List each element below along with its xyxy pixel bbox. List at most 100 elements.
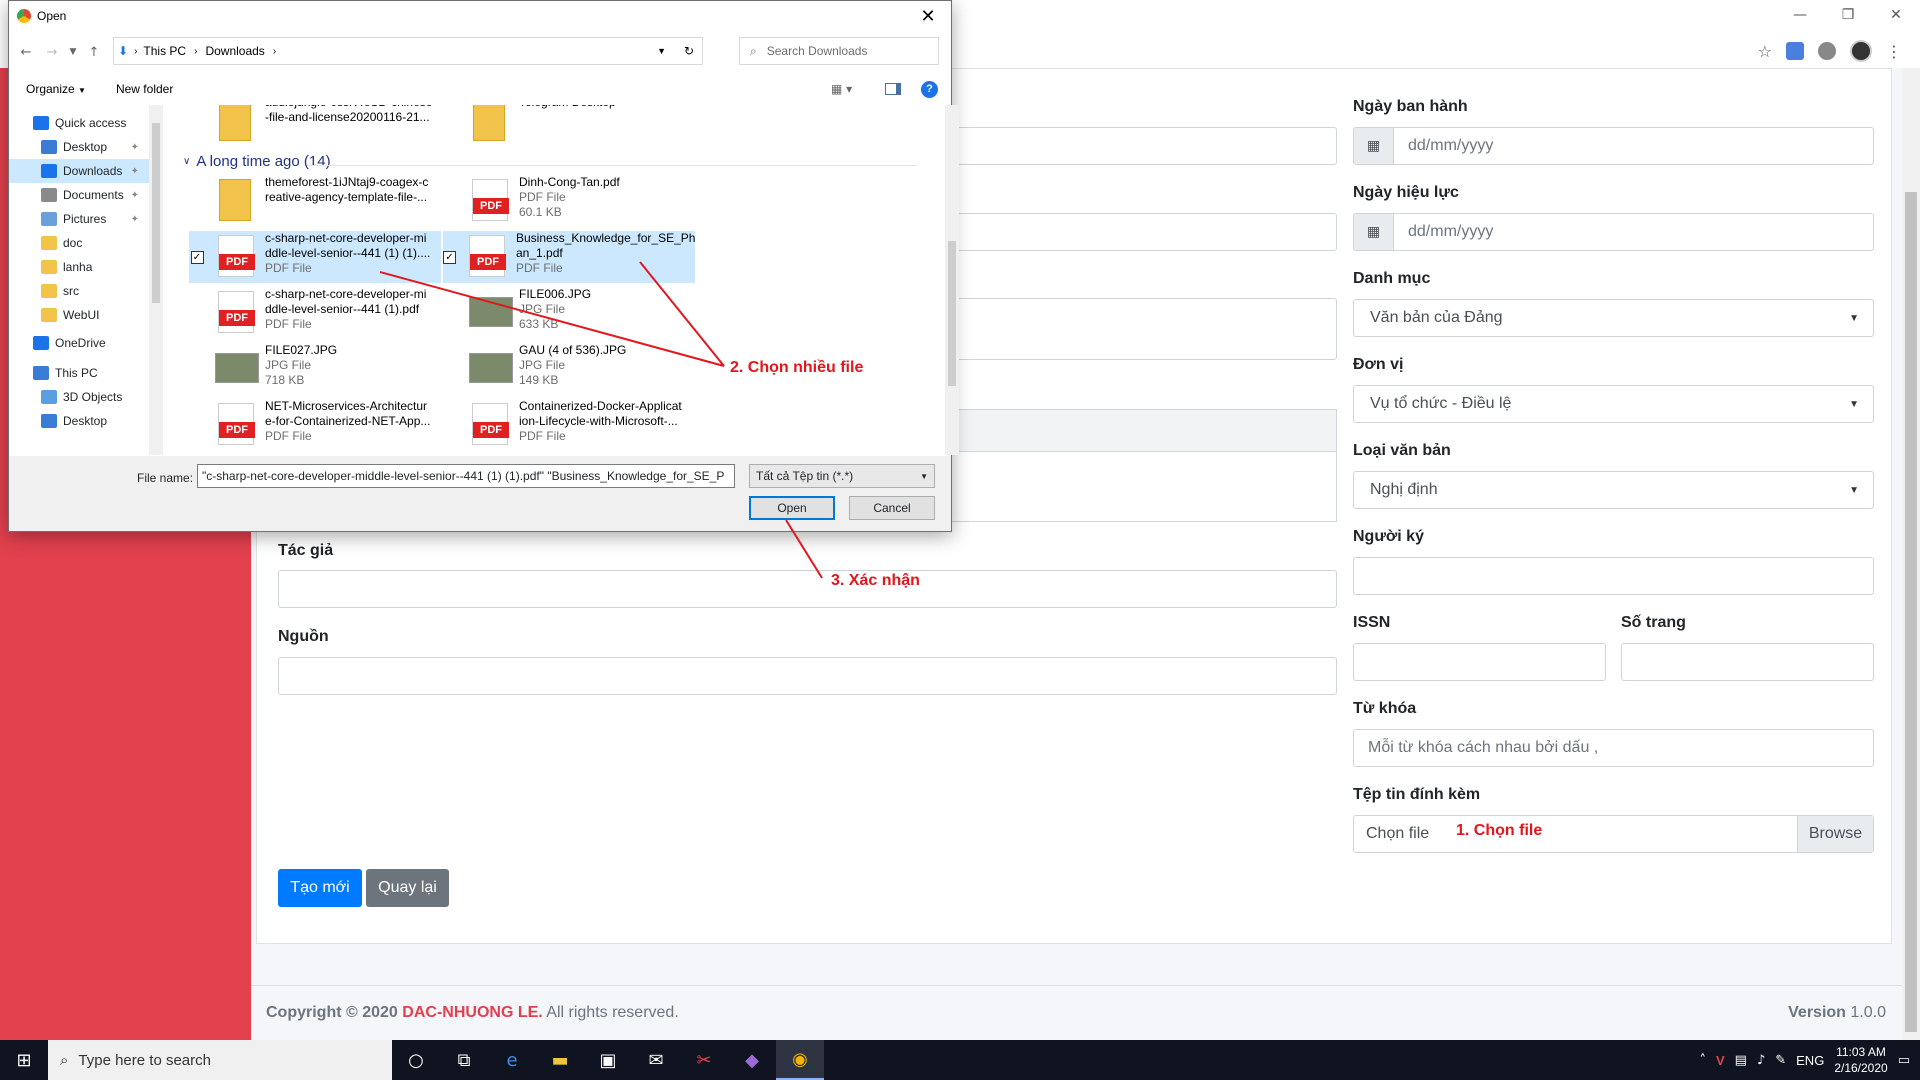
file-checkbox[interactable] [443, 287, 459, 339]
file-checkbox[interactable] [443, 399, 459, 451]
back-arrow-icon[interactable]: ← [13, 45, 39, 60]
close-icon[interactable]: ✕ [1872, 0, 1920, 30]
task-view-icon[interactable]: ⧉ [440, 1040, 488, 1080]
nav-item-documents[interactable]: Documents ✦ [9, 183, 149, 207]
file-checkbox[interactable] [189, 287, 205, 339]
translate-icon[interactable] [1786, 42, 1804, 60]
nav-item-downloads[interactable]: Downloads ✦ [9, 159, 149, 183]
file-item[interactable]: PDF NET-Microservices-Architectur e-for-Co… [189, 399, 441, 451]
menu-icon[interactable]: ⋮ [1886, 42, 1902, 61]
group-header[interactable]: ∨ A long time ago (14) [183, 153, 331, 170]
summary-textarea[interactable] [900, 298, 1337, 360]
ngay-hieu-luc-field[interactable]: ▦ dd/mm/yyyy [1353, 213, 1874, 251]
breadcrumb-this-pc[interactable]: This PC [143, 44, 186, 58]
pen-icon[interactable]: ✎ [1775, 1053, 1786, 1068]
create-button[interactable]: Tạo mới [278, 869, 362, 907]
dialog-close-icon[interactable]: ✕ [905, 1, 951, 31]
minimize-icon[interactable]: — [1776, 0, 1824, 30]
notification-icon[interactable]: ▭ [1898, 1053, 1910, 1068]
file-item[interactable]: GAU (4 of 536).JPG JPG File 149 KB [443, 343, 695, 395]
windows-start-icon[interactable]: ⊞ [0, 1040, 48, 1080]
open-button[interactable]: Open [749, 496, 835, 520]
ngay-ban-hanh-field[interactable]: ▦ dd/mm/yyyy [1353, 127, 1874, 165]
file-checkbox[interactable] [443, 343, 459, 395]
file-checkbox[interactable] [189, 343, 205, 395]
nav-item-doc[interactable]: doc [9, 231, 149, 255]
antivirus-icon[interactable]: V [1716, 1053, 1725, 1068]
volume-icon[interactable]: ♪ [1757, 1053, 1765, 1068]
cancel-button[interactable]: Cancel [849, 496, 935, 520]
breadcrumb-downloads[interactable]: Downloads [205, 44, 264, 58]
browse-button[interactable]: Browse [1797, 816, 1873, 852]
file-item[interactable]: themeforest-1iJNtaj9-coagex-c reative-age… [189, 175, 441, 227]
nav-item-quick-access[interactable]: Quick access [9, 111, 149, 135]
footer-brand[interactable]: DAC-NHUONG LE. [402, 1004, 542, 1021]
snipping-tool-icon[interactable]: ✂ [680, 1040, 728, 1080]
nav-item-desktop[interactable]: Desktop ✦ [9, 135, 149, 159]
nav-item-lanha[interactable]: lanha [9, 255, 149, 279]
view-options-icon[interactable]: ▦ ▾ [831, 82, 852, 96]
nav-item-pictures[interactable]: Pictures ✦ [9, 207, 149, 231]
tac-gia-input[interactable] [278, 570, 1337, 608]
pin-icon[interactable]: ✦ [131, 166, 139, 177]
file-checkbox[interactable] [443, 175, 459, 227]
preview-pane-icon[interactable] [885, 83, 901, 95]
visual-studio-icon[interactable]: ◆ [728, 1040, 776, 1080]
file-item[interactable]: PDF Containerized-Docker-Applicat ion-Life… [443, 399, 695, 451]
help-icon[interactable]: ? [921, 80, 938, 98]
nguon-input[interactable] [278, 657, 1337, 695]
cortana-icon[interactable]: ○ [392, 1040, 440, 1080]
edge-icon[interactable]: e [488, 1040, 536, 1080]
recent-dropdown-icon[interactable]: ▼ [65, 47, 81, 57]
mail-icon[interactable]: ✉ [632, 1040, 680, 1080]
file-explorer-icon[interactable]: ▬ [536, 1040, 584, 1080]
chevron-up-icon[interactable]: ˄ [1699, 1053, 1706, 1068]
maximize-icon[interactable]: ❐ [1824, 0, 1872, 30]
file-item[interactable]: Telegram Desktop [443, 105, 695, 147]
file-scroll-thumb[interactable] [948, 241, 956, 386]
code-input[interactable] [900, 213, 1337, 251]
nav-pane-scrollbar[interactable] [149, 105, 163, 455]
danh-muc-select[interactable]: Văn bản của Đảng ▼ [1353, 299, 1874, 337]
file-item[interactable]: FILE006.JPG JPG File 633 KB [443, 287, 695, 339]
file-list-scrollbar[interactable] [945, 105, 959, 455]
file-item[interactable]: FILE027.JPG JPG File 718 KB [189, 343, 441, 395]
file-input[interactable]: Chọn file Browse [1353, 815, 1874, 853]
nav-item-webui[interactable]: WebUI [9, 303, 149, 327]
up-arrow-icon[interactable]: ↑ [81, 45, 107, 60]
nav-item-this-pc[interactable]: This PC [9, 361, 149, 385]
page-scrollbar-thumb[interactable] [1905, 192, 1917, 1032]
extension-icon[interactable] [1818, 42, 1836, 60]
address-bar[interactable]: ⬇ › This PC › Downloads › ▼ ↻ [113, 37, 703, 65]
page-scrollbar[interactable] [1902, 68, 1920, 1040]
nav-item-onedrive[interactable]: OneDrive [9, 331, 149, 355]
file-item[interactable]: ✓ PDF Business_Knowledge_for_SE_Ph an_1.pdf… [443, 231, 695, 283]
so-trang-input[interactable] [1621, 643, 1874, 681]
address-dropdown-icon[interactable]: ▼ [657, 46, 666, 56]
file-item[interactable]: audiojungle-0ssK4eSD-chinese-file-and-li… [189, 105, 441, 147]
nav-item-desktop[interactable]: Desktop [9, 409, 149, 433]
issn-input[interactable] [1353, 643, 1606, 681]
taskbar-search[interactable]: ⌕ Type here to search [48, 1040, 392, 1080]
pin-icon[interactable]: ✦ [131, 142, 139, 153]
refresh-icon[interactable]: ↻ [684, 44, 694, 58]
file-name-input[interactable]: "c-sharp-net-core-developer-middle-level… [197, 464, 735, 488]
file-checkbox[interactable] [189, 175, 205, 227]
new-folder-button[interactable]: New folder [116, 82, 173, 96]
file-item[interactable]: PDF Dinh-Cong-Tan.pdf PDF File 60.1 KB [443, 175, 695, 227]
file-checkbox[interactable] [443, 105, 459, 147]
file-checkbox[interactable] [189, 105, 205, 147]
nav-scroll-thumb[interactable] [152, 123, 160, 303]
network-icon[interactable]: ▤ [1735, 1053, 1747, 1068]
pin-icon[interactable]: ✦ [131, 190, 139, 201]
file-checkbox[interactable] [189, 399, 205, 451]
nav-item-src[interactable]: src [9, 279, 149, 303]
store-icon[interactable]: ▣ [584, 1040, 632, 1080]
language-indicator[interactable]: ENG [1796, 1053, 1824, 1068]
file-type-select[interactable]: Tất cả Tệp tin (*.*) ▼ [749, 464, 935, 488]
organize-menu[interactable]: Organize ▼ [26, 82, 86, 96]
loai-van-ban-select[interactable]: Nghị định ▼ [1353, 471, 1874, 509]
clock[interactable]: 11:03 AM 2/16/2020 [1834, 1044, 1887, 1076]
file-item[interactable]: ✓ PDF c-sharp-net-core-developer-mi ddle-le… [189, 231, 441, 283]
pin-icon[interactable]: ✦ [131, 214, 139, 225]
